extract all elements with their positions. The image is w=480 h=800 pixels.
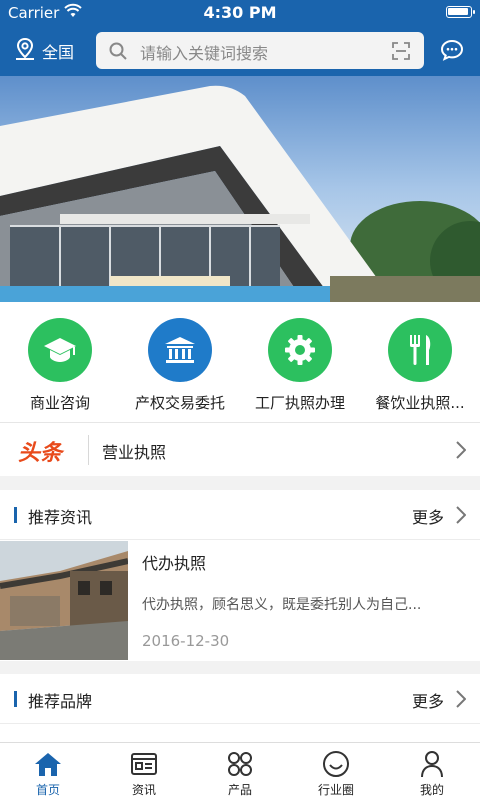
bottom-tab-bar: 首页 资讯 产品 行业圈 我的 bbox=[0, 742, 480, 800]
section-title: 推荐资讯 bbox=[28, 508, 93, 527]
more-link[interactable]: 更多 bbox=[412, 504, 444, 528]
tab-label: 资讯 bbox=[131, 783, 156, 797]
search-input[interactable]: 请输入关键词搜索 bbox=[96, 32, 424, 69]
fork-knife-icon bbox=[388, 318, 452, 382]
news-description: 代办执照，顾名思义，既是委托别人为自己... bbox=[142, 597, 422, 613]
battery-icon bbox=[446, 6, 475, 18]
news-list-item[interactable]: 代办执照 代办执照，顾名思义，既是委托别人为自己... 2016-12-30 bbox=[0, 540, 480, 661]
headline-tag: 头条 bbox=[18, 441, 63, 466]
grid-icon bbox=[192, 749, 288, 779]
search-icon bbox=[108, 41, 128, 65]
category-catering-license[interactable]: 餐饮业执照... bbox=[360, 302, 480, 422]
tab-label: 首页 bbox=[35, 783, 60, 797]
message-icon[interactable] bbox=[440, 39, 464, 65]
user-icon bbox=[384, 749, 480, 779]
category-property-trading[interactable]: 产权交易委托 bbox=[120, 302, 240, 422]
bank-building-icon bbox=[148, 318, 212, 382]
category-label: 产权交易委托 bbox=[134, 394, 225, 412]
headline-text: 营业执照 bbox=[102, 443, 167, 462]
tab-mine[interactable]: 我的 bbox=[384, 743, 480, 800]
section-header-brands: 推荐品牌 更多 bbox=[0, 674, 480, 724]
news-icon bbox=[96, 749, 192, 779]
smile-circle-icon bbox=[288, 749, 384, 779]
scan-icon[interactable] bbox=[392, 42, 410, 64]
graduation-cap-icon bbox=[28, 318, 92, 382]
category-factory-license[interactable]: 工厂执照办理 bbox=[240, 302, 360, 422]
tab-products[interactable]: 产品 bbox=[192, 743, 288, 800]
headline-ticker[interactable]: 头条 营业执照 bbox=[0, 422, 480, 476]
brand-list bbox=[0, 724, 480, 742]
category-label: 工厂执照办理 bbox=[254, 394, 345, 412]
news-date: 2016-12-30 bbox=[142, 632, 230, 650]
home-icon bbox=[0, 749, 96, 779]
news-thumbnail bbox=[0, 541, 128, 660]
divider bbox=[88, 435, 89, 465]
section-header-news: 推荐资讯 更多 bbox=[0, 490, 480, 540]
news-title: 代办执照 bbox=[142, 554, 207, 573]
category-business-consulting[interactable]: 商业咨询 bbox=[0, 302, 120, 422]
tab-label: 产品 bbox=[227, 783, 252, 797]
banner-carousel[interactable] bbox=[0, 76, 480, 302]
category-grid: 商业咨询 产权交易委托 工厂执照办理 餐饮业执照... bbox=[0, 302, 480, 422]
chevron-right-icon bbox=[456, 441, 467, 463]
chevron-right-icon[interactable] bbox=[456, 506, 467, 528]
location-pin-icon bbox=[14, 37, 36, 65]
location-selector[interactable]: 全国 bbox=[14, 37, 75, 65]
more-link[interactable]: 更多 bbox=[412, 688, 444, 712]
banner-image bbox=[0, 76, 480, 302]
category-label: 商业咨询 bbox=[29, 394, 90, 412]
section-accent-bar bbox=[14, 691, 17, 707]
chevron-right-icon[interactable] bbox=[456, 690, 467, 712]
section-title: 推荐品牌 bbox=[28, 692, 93, 711]
tab-label: 我的 bbox=[419, 783, 444, 797]
app-header: Carrier 4:30 PM 全国 请输入关键词搜索 bbox=[0, 0, 480, 76]
status-bar: Carrier 4:30 PM bbox=[0, 0, 480, 26]
category-label: 餐饮业执照... bbox=[375, 394, 465, 412]
tab-label: 行业圈 bbox=[317, 783, 354, 797]
tab-home[interactable]: 首页 bbox=[0, 743, 96, 800]
location-label: 全国 bbox=[42, 43, 75, 62]
clock: 4:30 PM bbox=[203, 3, 277, 22]
tab-news[interactable]: 资讯 bbox=[96, 743, 192, 800]
search-placeholder: 请输入关键词搜索 bbox=[140, 44, 269, 63]
gear-icon bbox=[268, 318, 332, 382]
tab-industry-circle[interactable]: 行业圈 bbox=[288, 743, 384, 800]
section-accent-bar bbox=[14, 507, 17, 523]
